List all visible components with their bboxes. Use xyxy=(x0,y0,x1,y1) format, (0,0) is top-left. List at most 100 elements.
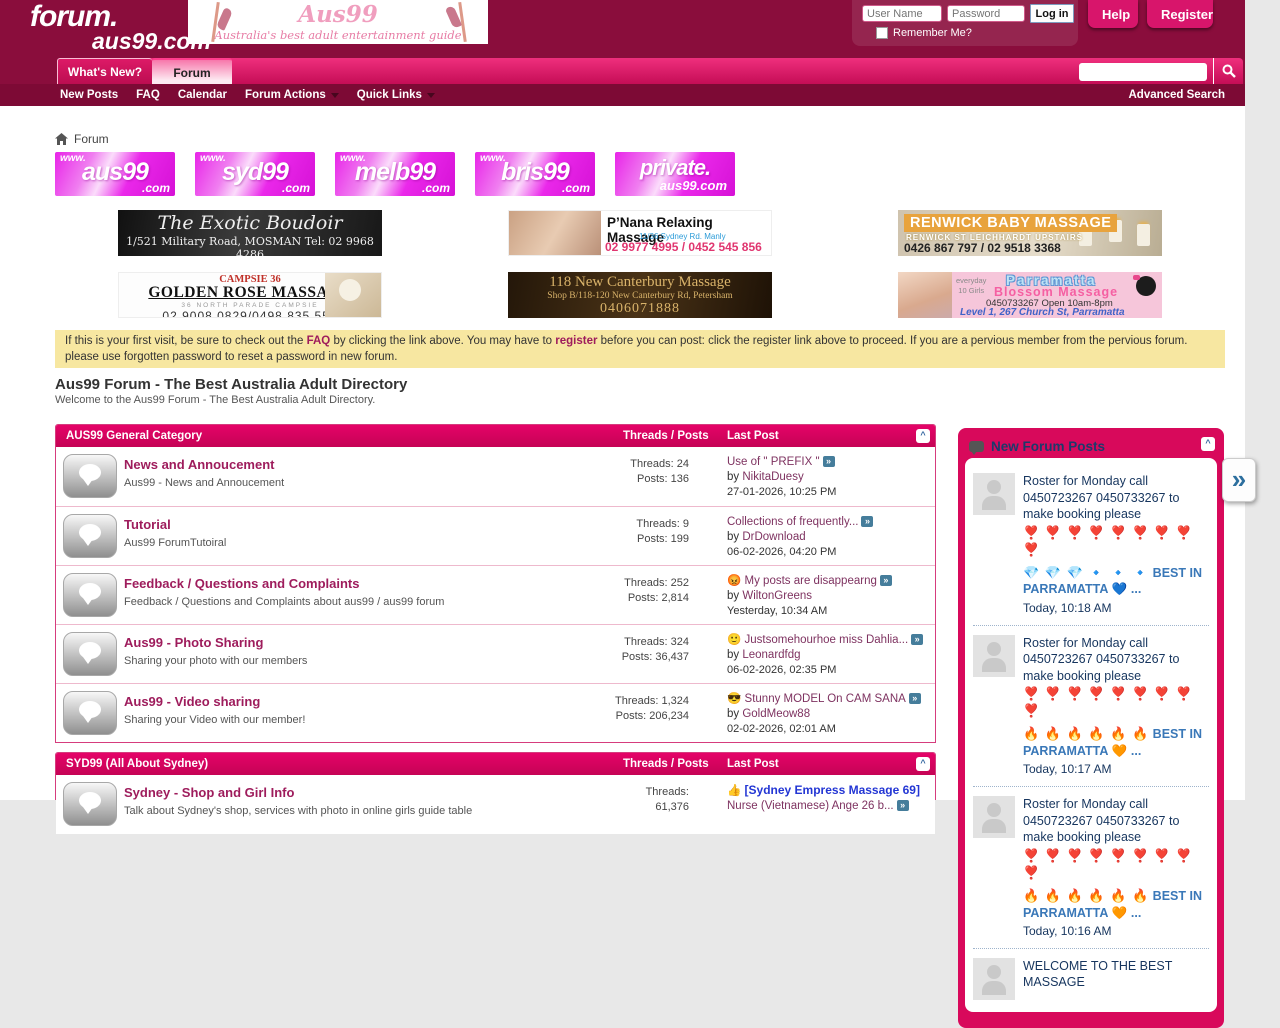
ad-renwick-massage[interactable]: RENWICK BABY MASSAGE RENWICK ST LEICHHAR… xyxy=(898,210,1162,256)
forum-icon xyxy=(63,454,117,498)
posts-count: Posts: 206,234 xyxy=(536,709,689,724)
list-item[interactable]: Roster for Monday call 0450723267 045073… xyxy=(973,787,1209,949)
list-item[interactable]: Roster for Monday call 0450723267 045073… xyxy=(973,626,1209,788)
tab-forum[interactable]: Forum xyxy=(152,58,232,84)
banner-brand: Aus99 xyxy=(188,1,488,28)
forum-description: Talk about Sydney's shop, services with … xyxy=(124,805,524,817)
list-item[interactable]: WELCOME TO THE BEST MASSAGE xyxy=(973,949,1209,1008)
logo-melb99[interactable]: www. melb99 .com xyxy=(335,152,455,196)
logo-private-aus99[interactable]: private. aus99.com xyxy=(615,152,735,196)
ad-tag: everyday 10 Girls xyxy=(956,276,986,296)
post-date: Today, 10:18 AM xyxy=(1023,601,1209,617)
last-post-link[interactable]: Collections of frequently... xyxy=(727,516,858,528)
password-input[interactable] xyxy=(947,5,1025,22)
remember-checkbox[interactable] xyxy=(876,27,888,39)
post-text: Roster for Monday call 0450723267 045073… xyxy=(1023,796,1209,940)
category-aus99-general: AUS99 General Category Threads / Posts L… xyxy=(55,424,936,743)
ad-canterbury-massage[interactable]: 118 New Canterbury Massage Shop B/118-12… xyxy=(508,272,772,318)
logo-syd99[interactable]: www. syd99 .com xyxy=(195,152,315,196)
goto-last-post-icon[interactable]: » xyxy=(861,516,873,527)
ad-pnana-massage[interactable]: P’Nana Relaxing Massage 11/36 Sydney Rd.… xyxy=(508,210,772,256)
last-post-link2[interactable]: Nurse (Vietnamese) Ange 26 b... xyxy=(727,800,894,812)
sub-navigation: New Posts FAQ Calendar Forum Actions Qui… xyxy=(0,84,1245,106)
last-post-author[interactable]: Leonardfdg xyxy=(742,649,800,661)
goto-last-post-icon[interactable]: » xyxy=(909,693,921,704)
forum-link[interactable]: Aus99 - Video sharing xyxy=(124,694,260,709)
nav-faq[interactable]: FAQ xyxy=(136,89,160,101)
last-post-link[interactable]: Use of " PREFIX " xyxy=(727,456,820,468)
remember-me[interactable]: Remember Me? xyxy=(876,27,972,39)
post-date: Today, 10:17 AM xyxy=(1023,762,1209,778)
ad-address: Level 1, 267 Church St, Parramatta xyxy=(960,307,1125,318)
search-button[interactable] xyxy=(1213,58,1243,84)
goto-last-post-icon[interactable]: » xyxy=(823,456,835,467)
top-header: forum. aus99.com Aus99 Australia's best … xyxy=(0,0,1245,56)
register-link[interactable]: register xyxy=(555,335,597,347)
ad-blossom-massage[interactable]: everyday 10 Girls Parramatta Blossom Mas… xyxy=(898,272,1162,318)
forum-link[interactable]: News and Annoucement xyxy=(124,457,274,472)
ad-tag-line1: everyday xyxy=(956,276,986,286)
collapse-button[interactable]: ^ xyxy=(916,429,930,443)
ad-exotic-boudoir[interactable]: The Exotic Boudoir 1/521 Military Road, … xyxy=(118,210,382,256)
tab-whats-new[interactable]: What's New? xyxy=(57,58,152,84)
breadcrumb-label[interactable]: Forum xyxy=(74,132,109,146)
forum-row: Sydney - Shop and Girl Info Talk about S… xyxy=(56,775,935,834)
last-post-date: Yesterday, 10:34 AM xyxy=(727,604,932,619)
last-post-link[interactable]: Justsomehourhoe miss Dahlia... xyxy=(745,634,909,646)
faq-link[interactable]: FAQ xyxy=(307,335,331,347)
ad-golden-rose-massage[interactable]: CAMPSIE 36 GOLDEN ROSE MASSAGE 36 NORTH … xyxy=(118,272,382,318)
nav-forum-actions[interactable]: Forum Actions xyxy=(245,89,339,101)
last-post-author[interactable]: DrDownload xyxy=(742,531,805,543)
nav-calendar[interactable]: Calendar xyxy=(178,89,227,101)
forum-stats: Threads: 1,324 Posts: 206,234 xyxy=(536,694,689,724)
gems-emoji-row: 💎 💎 💎 🔹 🔹 🔹 xyxy=(1023,565,1149,580)
last-post-link[interactable]: Stunny MODEL On CAM SANA xyxy=(745,693,906,705)
nav-new-posts[interactable]: New Posts xyxy=(60,89,118,101)
sidebar-header: New Forum Posts ^ xyxy=(965,434,1217,458)
heart-emoji: 🧡 ... xyxy=(1112,906,1141,920)
sidebar-expand-button[interactable]: » xyxy=(1222,458,1256,502)
logo-bris99[interactable]: www. bris99 .com xyxy=(475,152,595,196)
ad-phone: 02 9977 4995 / 0452 545 856 xyxy=(605,240,762,254)
register-button[interactable]: Register xyxy=(1147,0,1213,28)
last-post-author[interactable]: NikitaDuesy xyxy=(742,471,803,483)
last-post-author[interactable]: WiltonGreens xyxy=(742,590,812,602)
collapse-button[interactable]: ^ xyxy=(916,757,930,771)
goto-last-post-icon[interactable]: » xyxy=(880,575,892,586)
nav-quick-links[interactable]: Quick Links xyxy=(357,89,435,101)
list-item[interactable]: Roster for Monday call 0450723267 045073… xyxy=(973,464,1209,626)
goto-last-post-icon[interactable]: » xyxy=(897,800,909,811)
threads-count: Threads: 9 xyxy=(536,517,689,532)
ad-photo xyxy=(898,272,952,318)
search-input[interactable] xyxy=(1079,63,1207,81)
last-post-link[interactable]: [Sydney Empress Massage 69] xyxy=(745,783,920,797)
last-post-link[interactable]: My posts are disappearng xyxy=(745,575,877,587)
header-banner-ad[interactable]: Aus99 Australia's best adult entertainme… xyxy=(188,0,488,44)
advanced-search-link[interactable]: Advanced Search xyxy=(1128,89,1225,101)
logo-aus99[interactable]: www. aus99 .com xyxy=(55,152,175,196)
ad-phone: 0426 867 797 / 02 9518 3368 xyxy=(904,241,1061,255)
ad-address: 1/521 Military Road, MOSMAN Tel: 02 9968… xyxy=(118,235,382,256)
post-body: Roster for Monday call 0450723267 045073… xyxy=(1023,474,1179,521)
post-body: WELCOME TO THE BEST MASSAGE xyxy=(1023,959,1172,990)
cool-emoji-icon: 😎 xyxy=(727,693,741,705)
login-button[interactable]: Log in xyxy=(1030,4,1074,23)
logo-com: aus99.com xyxy=(660,178,727,193)
forum-link[interactable]: Aus99 - Photo Sharing xyxy=(124,635,263,650)
home-icon[interactable] xyxy=(55,133,68,145)
forum-link[interactable]: Sydney - Shop and Girl Info xyxy=(124,785,294,800)
forum-link[interactable]: Feedback / Questions and Complaints xyxy=(124,576,360,591)
username-input[interactable] xyxy=(862,5,942,22)
last-post-author[interactable]: GoldMeow88 xyxy=(742,708,810,720)
collapse-button[interactable]: ^ xyxy=(1201,437,1215,451)
forum-icon xyxy=(63,691,117,735)
last-post: Use of " PREFIX "» by NikitaDuesy 27-01-… xyxy=(727,455,932,500)
help-button[interactable]: Help xyxy=(1088,0,1138,28)
ad-photo xyxy=(325,273,381,318)
forum-description: Feedback / Questions and Complaints abou… xyxy=(124,596,524,608)
site-logo[interactable]: forum. aus99.com xyxy=(30,2,211,53)
goto-last-post-icon[interactable]: » xyxy=(911,634,923,645)
forum-description: Aus99 - News and Annoucement xyxy=(124,477,524,489)
ad-tag-line2: 10 Girls xyxy=(956,286,986,296)
forum-link[interactable]: Tutorial xyxy=(124,517,171,532)
